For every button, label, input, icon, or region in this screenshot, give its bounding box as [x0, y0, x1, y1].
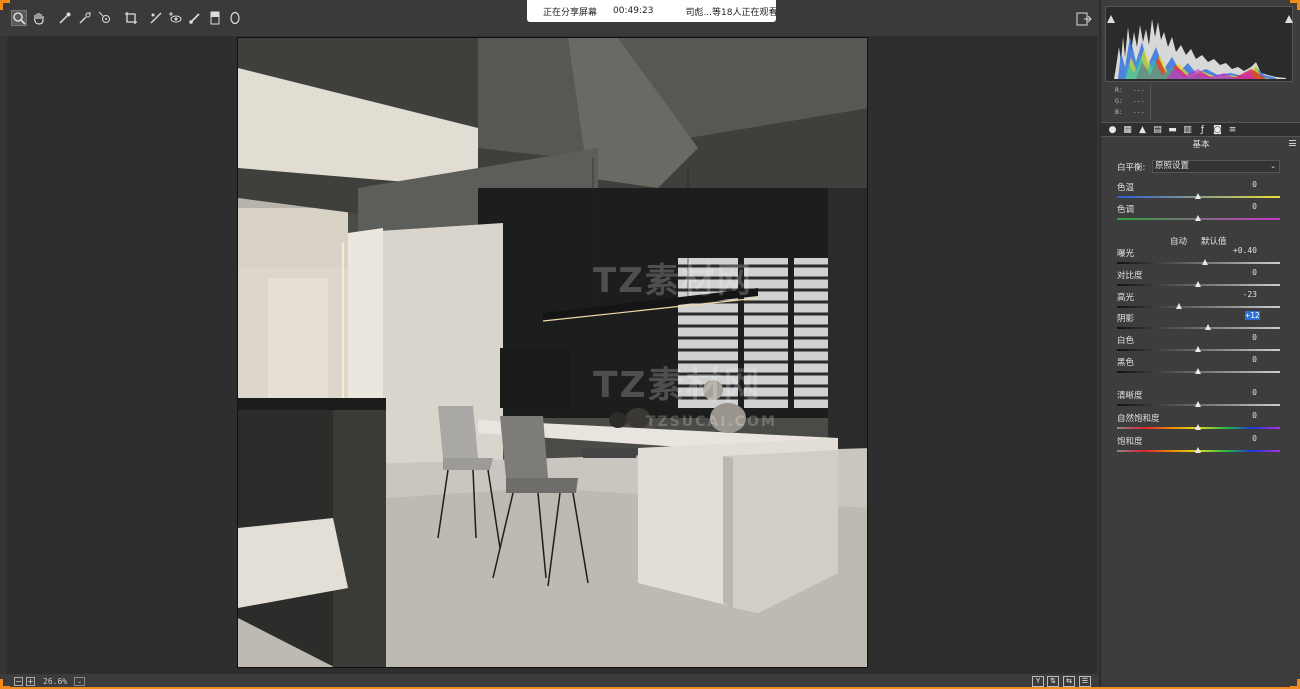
slider-0-label: 色温: [1117, 183, 1135, 193]
zoom-tool-icon[interactable]: [11, 10, 27, 26]
shadow-clipping-warning-icon[interactable]: [1107, 8, 1115, 23]
slider-2-thumb[interactable]: [1201, 259, 1208, 265]
adjustment-brush-icon[interactable]: [187, 10, 203, 26]
color-sampler-tool-icon[interactable]: [77, 10, 93, 26]
slider-6-value[interactable]: 0: [1229, 333, 1257, 342]
crop-tool-icon[interactable]: [123, 10, 139, 26]
slider-3-label: 对比度: [1117, 271, 1143, 281]
slider-5-track[interactable]: [1117, 327, 1280, 329]
histogram: [1105, 6, 1293, 82]
b-readout: B: ---: [1115, 108, 1145, 116]
slider-6-thumb[interactable]: [1195, 346, 1201, 352]
share-viewers: 司彪...等18人正在观看: [685, 7, 778, 18]
panel-tabs: ● ▦ ▲ ▤ ▬ ▥ ƒ ◙ ≡: [1101, 122, 1300, 137]
chevron-down-icon: ⌄: [1270, 162, 1276, 170]
g-value: ---: [1132, 97, 1145, 105]
radial-filter-icon[interactable]: [227, 10, 243, 26]
b-label: B:: [1115, 108, 1123, 116]
slider-9-label: 自然饱和度: [1117, 414, 1160, 424]
slider-10-value[interactable]: 0: [1229, 434, 1257, 443]
white-balance-select[interactable]: 原照设置 ⌄: [1152, 160, 1280, 173]
slider-5-thumb[interactable]: [1204, 324, 1211, 330]
slider-3-thumb[interactable]: [1195, 281, 1201, 287]
default-link[interactable]: 默认值: [1201, 235, 1227, 247]
slider-4-track[interactable]: [1117, 306, 1280, 308]
preview-image[interactable]: TZ素材网 TZ素材网 TZSUCAI.COM: [237, 37, 868, 668]
red-eye-tool-icon[interactable]: [167, 10, 183, 26]
panel-menu-icon[interactable]: [1289, 140, 1296, 146]
slider-0-thumb[interactable]: [1195, 193, 1201, 199]
copy-settings-icon[interactable]: ⇆: [1063, 676, 1075, 687]
swap-settings-icon[interactable]: ⇅: [1047, 676, 1059, 687]
b-value: ---: [1132, 108, 1145, 116]
tab-split-toning[interactable]: ▬: [1167, 125, 1178, 136]
slider-5-value[interactable]: +12: [1245, 311, 1260, 320]
full-screen-toggle-icon[interactable]: [1076, 11, 1092, 26]
slider-3-value[interactable]: 0: [1229, 268, 1257, 277]
slider-8-value[interactable]: 0: [1229, 388, 1257, 397]
r-label: R:: [1115, 86, 1123, 94]
tab-camera-calibration[interactable]: ◙: [1212, 125, 1223, 136]
graduated-filter-icon[interactable]: [207, 10, 223, 26]
tab-basic[interactable]: ●: [1107, 125, 1118, 136]
white-balance-tool-icon[interactable]: [57, 10, 73, 26]
targeted-adjustment-tool-icon[interactable]: [97, 10, 113, 26]
g-label: G:: [1115, 97, 1123, 105]
auto-link[interactable]: 自动: [1170, 235, 1187, 247]
slider-7-label: 黑色: [1117, 358, 1135, 368]
tab-hsl[interactable]: ▤: [1152, 125, 1163, 136]
tab-lens-corrections[interactable]: ▥: [1182, 125, 1193, 136]
before-after-y-icon[interactable]: Y: [1032, 676, 1044, 687]
slider-2-label: 曝光: [1117, 249, 1135, 259]
preview-settings-icon[interactable]: ☰: [1079, 676, 1091, 687]
share-status: 正在分享屏幕: [543, 7, 598, 18]
slider-4-thumb[interactable]: [1176, 303, 1183, 309]
slider-5-label: 阴影: [1117, 314, 1135, 324]
zoom-out-button[interactable]: −: [14, 677, 23, 686]
tab-tone-curve[interactable]: ▦: [1122, 125, 1133, 136]
watermark-domain: TZSUCAI.COM: [646, 414, 777, 430]
watermark-brand-2: TZ素材网: [593, 365, 762, 406]
slider-6-label: 白色: [1117, 336, 1135, 346]
frame-corner-top-right: [1290, 0, 1300, 10]
section-title: 基本: [1192, 140, 1210, 150]
slider-1-thumb[interactable]: [1195, 215, 1201, 221]
adjustments-panel: R: --- G: --- B: --- ● ▦ ▲ ▤ ▬ ▥ ƒ ◙ ≡ 基…: [1100, 0, 1300, 689]
slider-4-label: 高光: [1117, 293, 1135, 303]
zoom-dropdown[interactable]: ⌄: [74, 677, 85, 686]
frame-corner-bottom-right: [1290, 679, 1300, 689]
slider-1-value[interactable]: 0: [1229, 202, 1257, 211]
hand-tool-icon[interactable]: [31, 10, 47, 26]
share-timer: 00:49:23: [613, 6, 654, 16]
slider-10-thumb[interactable]: [1195, 447, 1201, 453]
zoom-in-button[interactable]: +: [26, 677, 35, 686]
slider-2-track[interactable]: [1117, 262, 1280, 264]
slider-7-value[interactable]: 0: [1229, 355, 1257, 364]
r-readout: R: ---: [1115, 86, 1145, 94]
screen-share-banner: 正在分享屏幕 00:49:23 司彪...等18人正在观看: [527, 0, 778, 22]
slider-4-value[interactable]: -23: [1229, 290, 1257, 299]
watermark-brand: TZ素材网: [593, 261, 753, 301]
slider-10-label: 饱和度: [1117, 437, 1143, 447]
tab-detail[interactable]: ▲: [1137, 125, 1148, 136]
slider-8-thumb[interactable]: [1195, 401, 1201, 407]
slider-2-value[interactable]: +0.40: [1229, 246, 1257, 255]
white-balance-value: 原照设置: [1155, 161, 1190, 171]
slider-7-thumb[interactable]: [1195, 368, 1201, 374]
tab-effects[interactable]: ƒ: [1197, 125, 1208, 136]
slider-9-value[interactable]: 0: [1229, 411, 1257, 420]
camera-raw-window: 正在分享屏幕 00:49:23 司彪...等18人正在观看 TZ素材网 TZ素材…: [0, 0, 1300, 689]
r-value: ---: [1132, 86, 1145, 94]
slider-1-label: 色调: [1117, 205, 1135, 215]
tab-presets[interactable]: ≡: [1227, 125, 1238, 136]
slider-0-value[interactable]: 0: [1229, 180, 1257, 189]
frame-corner-bottom-left: [0, 679, 10, 689]
white-balance-label: 白平衡:: [1117, 163, 1146, 173]
straighten-tool-icon[interactable]: [148, 10, 164, 26]
zoom-level: 26.6%: [43, 677, 68, 686]
slider-8-label: 清晰度: [1117, 391, 1143, 401]
g-readout: G: ---: [1115, 97, 1145, 105]
slider-9-thumb[interactable]: [1195, 424, 1201, 430]
frame-corner-top-left: [0, 0, 10, 10]
